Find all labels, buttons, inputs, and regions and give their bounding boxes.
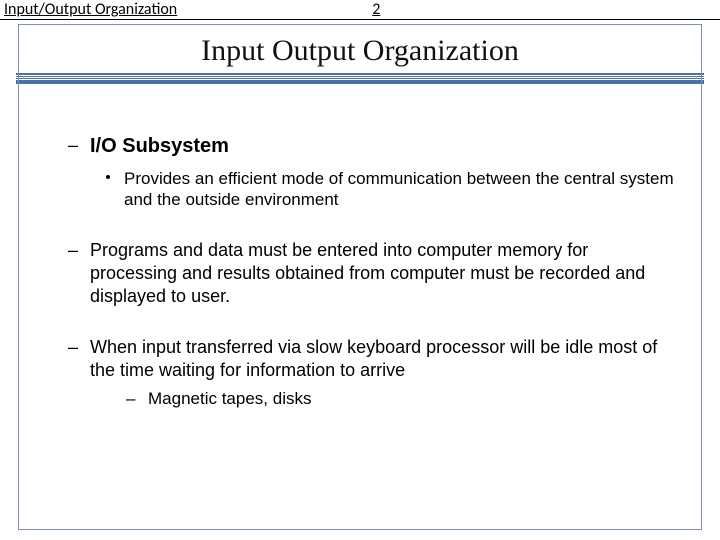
slide-content: – I/O Subsystem Provides an efficient mo… — [0, 84, 720, 410]
slide-header: Input/Output Organization 2 — [0, 0, 720, 20]
slide: Input/Output Organization 2 Input Output… — [0, 0, 720, 540]
slide-title: Input Output Organization — [0, 34, 720, 68]
dash-icon: – — [68, 134, 78, 157]
dash-icon: – — [126, 388, 135, 410]
list-sub-item: Provides an efficient mode of communicat… — [90, 168, 678, 212]
slide-topic: Input/Output Organization — [4, 0, 177, 19]
item-heading: I/O Subsystem — [90, 135, 229, 157]
dash-icon: – — [68, 336, 78, 359]
list-item: – When input transferred via slow keyboa… — [62, 336, 678, 410]
item-text: Provides an efficient mode of communicat… — [124, 169, 674, 210]
dash-icon: – — [68, 239, 78, 262]
list-item: – I/O Subsystem Provides an efficient mo… — [62, 134, 678, 211]
item-text: Programs and data must be entered into c… — [90, 240, 645, 306]
title-area: Input Output Organization — [0, 20, 720, 70]
list-sub-item: – Magnetic tapes, disks — [90, 388, 678, 410]
item-text: Magnetic tapes, disks — [148, 389, 311, 408]
title-underline-rules — [16, 73, 704, 84]
list-item: – Programs and data must be entered into… — [62, 239, 678, 308]
slide-page-number: 2 — [372, 0, 380, 19]
item-text: When input transferred via slow keyboard… — [90, 337, 657, 380]
bullet-icon — [106, 175, 110, 179]
